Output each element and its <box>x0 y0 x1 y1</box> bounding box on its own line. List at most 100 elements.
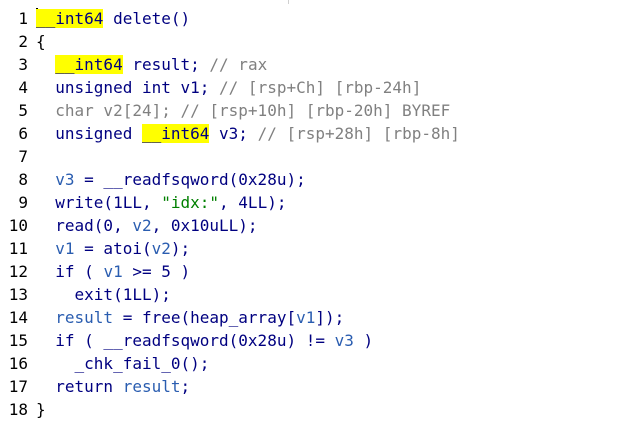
code-line[interactable]: 17 return result; <box>0 375 618 398</box>
code-text[interactable]: return result; <box>36 375 190 398</box>
code-token: = free(heap_array[ <box>113 308 297 327</box>
code-line[interactable]: 7 <box>0 145 618 168</box>
code-line[interactable]: 1 __int64 delete() <box>0 7 618 30</box>
variable-token: v2 <box>132 216 152 235</box>
line-number: 10 <box>8 216 28 235</box>
variable-token: result <box>122 377 181 396</box>
line-number: 17 <box>8 377 28 396</box>
top-edge <box>0 0 618 4</box>
code-token: = atoi( <box>74 239 152 258</box>
code-token: >= 5 ) <box>122 262 191 281</box>
pseudocode-view[interactable]: 1 __int64 delete() 2{3 __int64 result; // … <box>0 7 618 421</box>
code-text[interactable]: __int64 result; // rax <box>36 53 267 76</box>
comment-token: char v2[24]; // [rsp+10h] [rbp-20h] BYRE… <box>36 101 451 120</box>
code-token: = __readfsqword(0x28u); <box>74 170 306 189</box>
brace-token: { <box>36 32 46 51</box>
code-token: result; <box>122 55 210 74</box>
code-line[interactable]: 9 write(1LL, "idx:", 4LL); <box>0 191 618 214</box>
code-token: v3; <box>209 124 258 143</box>
line-number: 5 <box>18 101 28 120</box>
line-number: 6 <box>18 124 28 143</box>
string-token: "idx:" <box>161 193 220 212</box>
line-number: 8 <box>18 170 28 189</box>
code-text[interactable]: write(1LL, "idx:", 4LL); <box>36 191 286 214</box>
code-text[interactable]: result = free(heap_array[v1]); <box>36 306 344 329</box>
line-number: 16 <box>8 354 28 373</box>
variable-token: v3 <box>334 331 354 350</box>
code-text[interactable]: v3 = __readfsqword(0x28u); <box>36 168 306 191</box>
code-token: ; <box>180 377 191 396</box>
variable-token: result <box>55 308 114 327</box>
highlighted-token: __int64 <box>141 124 210 143</box>
code-token: exit(1LL); <box>36 285 171 304</box>
code-token: unsigned int v1; <box>36 78 220 97</box>
code-text[interactable]: unsigned __int64 v3; // [rsp+28h] [rbp-8… <box>36 122 460 145</box>
code-text[interactable]: __int64 delete() <box>36 7 190 30</box>
code-line[interactable]: 2{ <box>0 30 618 53</box>
code-token: , 4LL); <box>219 193 287 212</box>
code-text[interactable]: } <box>36 398 46 421</box>
comment-token: // rax <box>209 55 268 74</box>
code-token: _chk_fail_0(); <box>36 354 210 373</box>
code-token: ); <box>170 239 191 258</box>
comment-token: // [rsp+Ch] [rbp-24h] <box>219 78 422 97</box>
code-line[interactable]: 15 if ( __readfsqword(0x28u) != v3 ) <box>0 329 618 352</box>
comment-token: // [rsp+28h] [rbp-8h] <box>257 124 460 143</box>
line-number: 12 <box>8 262 28 281</box>
line-number: 2 <box>18 32 28 51</box>
code-text[interactable]: { <box>36 30 46 53</box>
code-line[interactable]: 12 if ( v1 >= 5 ) <box>0 260 618 283</box>
code-token: ) <box>353 331 374 350</box>
highlighted-token: __int64 <box>36 9 104 28</box>
code-line[interactable]: 8 v3 = __readfsqword(0x28u); <box>0 168 618 191</box>
code-line[interactable]: 11 v1 = atoi(v2); <box>0 237 618 260</box>
code-line[interactable]: 16 _chk_fail_0(); <box>0 352 618 375</box>
line-number: 14 <box>8 308 28 327</box>
code-line[interactable]: 10 read(0, v2, 0x10uLL); <box>0 214 618 237</box>
code-text[interactable]: v1 = atoi(v2); <box>36 237 190 260</box>
code-text[interactable]: unsigned int v1; // [rsp+Ch] [rbp-24h] <box>36 76 421 99</box>
code-token: ]); <box>315 308 345 327</box>
code-token: return <box>36 377 123 396</box>
brace-token: } <box>36 400 46 419</box>
line-number: 13 <box>8 285 28 304</box>
code-token: read(0, <box>36 216 133 235</box>
line-number: 15 <box>8 331 28 350</box>
code-text[interactable]: char v2[24]; // [rsp+10h] [rbp-20h] BYRE… <box>36 99 450 122</box>
code-line[interactable]: 4 unsigned int v1; // [rsp+Ch] [rbp-24h] <box>0 76 618 99</box>
code-token: if ( <box>36 262 104 281</box>
line-number: 7 <box>18 147 28 166</box>
code-line[interactable]: 5 char v2[24]; // [rsp+10h] [rbp-20h] BY… <box>0 99 618 122</box>
code-line[interactable]: 18} <box>0 398 618 421</box>
variable-token: v3 <box>55 170 75 189</box>
code-line[interactable]: 13 exit(1LL); <box>0 283 618 306</box>
line-number: 4 <box>18 78 28 97</box>
code-token: delete() <box>103 9 191 28</box>
code-token: if ( __readfsqword(0x28u) != <box>36 331 335 350</box>
code-line[interactable]: 14 result = free(heap_array[v1]); <box>0 306 618 329</box>
line-number: 18 <box>8 400 28 419</box>
line-number: 11 <box>8 239 28 258</box>
variable-token: v1 <box>55 239 75 258</box>
code-text[interactable]: _chk_fail_0(); <box>36 352 210 375</box>
line-number: 3 <box>18 55 28 74</box>
code-token: unsigned <box>36 124 142 143</box>
code-text[interactable]: if ( __readfsqword(0x28u) != v3 ) <box>36 329 373 352</box>
line-number: 9 <box>18 193 28 212</box>
code-line[interactable]: 6 unsigned __int64 v3; // [rsp+28h] [rbp… <box>0 122 618 145</box>
variable-token: v1 <box>103 262 123 281</box>
code-line[interactable]: 3 __int64 result; // rax <box>0 53 618 76</box>
code-text[interactable]: exit(1LL); <box>36 283 171 306</box>
code-text[interactable]: if ( v1 >= 5 ) <box>36 260 190 283</box>
code-token: , 0x10uLL); <box>151 216 258 235</box>
code-token: write(1LL, <box>36 193 162 212</box>
variable-token: v2 <box>151 239 171 258</box>
top-edge-marker <box>288 0 289 4</box>
line-number: 1 <box>18 9 28 28</box>
code-text[interactable]: read(0, v2, 0x10uLL); <box>36 214 258 237</box>
highlighted-token: __int64 <box>55 55 123 74</box>
